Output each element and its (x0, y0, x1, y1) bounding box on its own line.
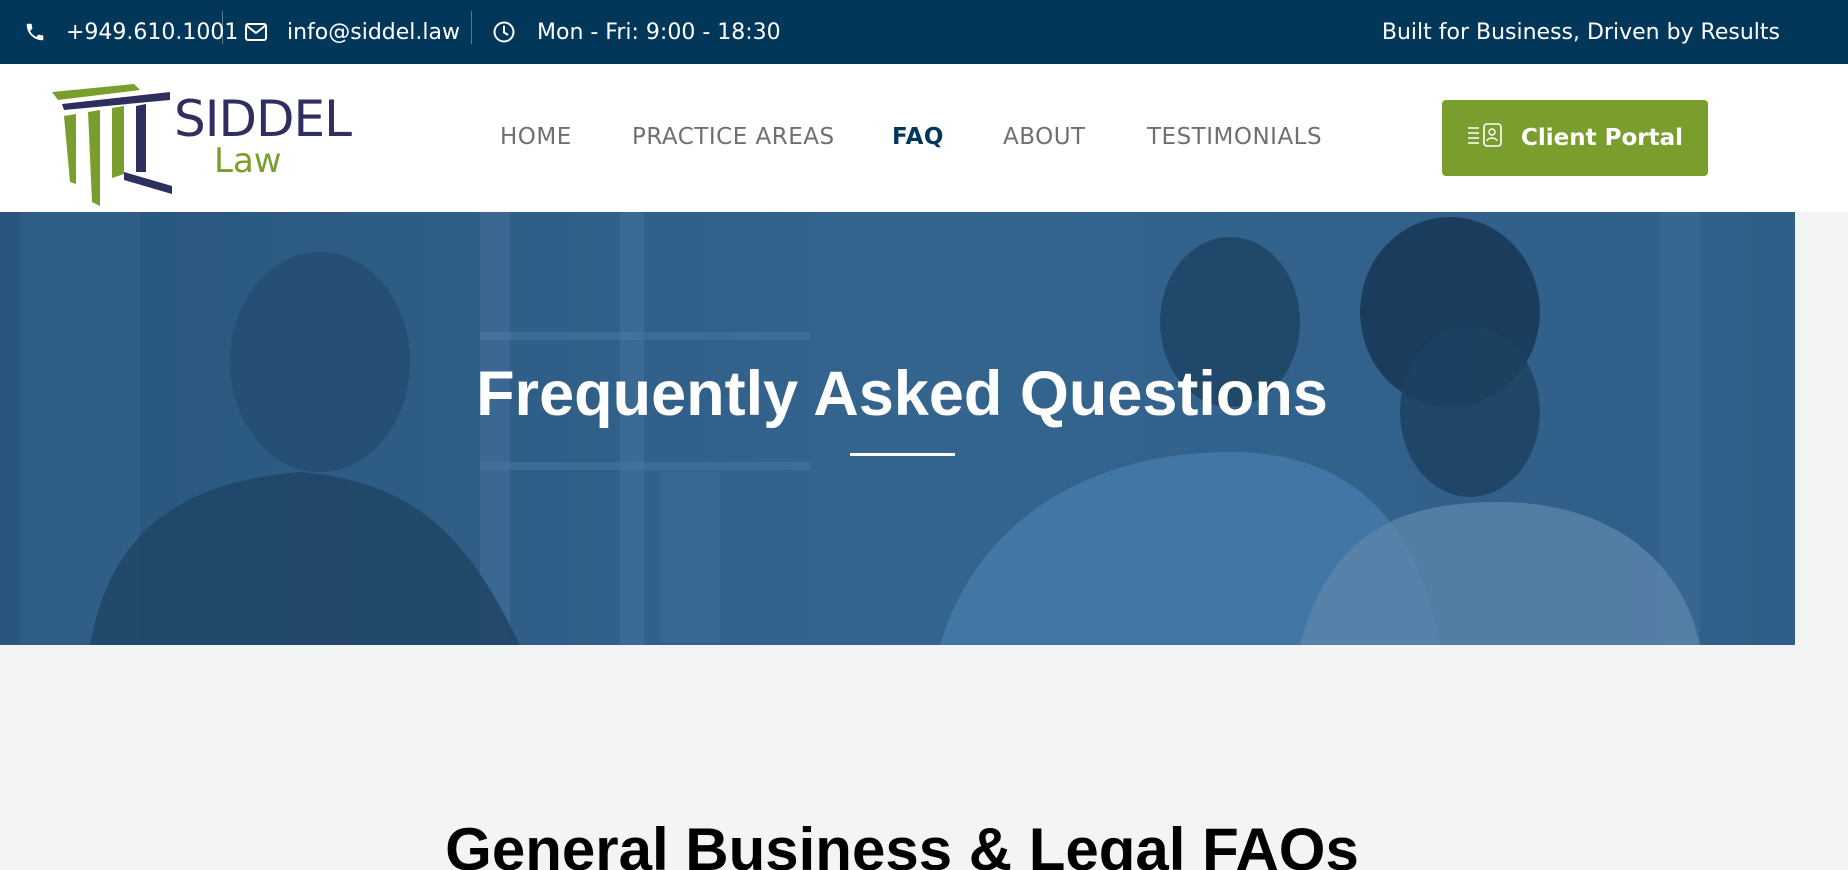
email-contact[interactable]: info@siddel.law (245, 0, 460, 64)
office-hours: Mon - Fri: 9:00 - 18:30 (493, 0, 781, 64)
phone-contact[interactable]: +949.610.1001 (24, 0, 238, 64)
title-underline (850, 453, 955, 456)
tagline: Built for Business, Driven by Results (1381, 19, 1780, 45)
client-portal-label: Client Portal (1520, 125, 1684, 151)
nav-faq[interactable]: FAQ (892, 124, 944, 150)
site-header: SIDDEL Law HOME PRACTICE AREAS FAQ ABOUT… (0, 64, 1848, 212)
page-title: Frequently Asked Questions (476, 359, 1328, 429)
section-heading: General Business & Legal FAQs (445, 816, 1359, 870)
client-portal-button[interactable]: Client Portal (1442, 100, 1708, 176)
page-background-strip (1795, 212, 1848, 645)
portal-icon (1467, 122, 1521, 154)
nav-about[interactable]: ABOUT (1003, 124, 1086, 150)
clock-icon (493, 21, 515, 43)
phone-icon (24, 21, 46, 43)
logo-subtext: Law (214, 141, 282, 181)
hero-banner: Frequently Asked Questions (0, 212, 1795, 645)
nav-home[interactable]: HOME (500, 124, 572, 150)
logo-wordmark: SIDDEL (174, 90, 352, 148)
nav-practice-areas[interactable]: PRACTICE AREAS (632, 124, 835, 150)
topbar-divider (222, 11, 223, 44)
phone-number: +949.610.1001 (66, 19, 239, 45)
top-bar: +949.610.1001 info@siddel.law Mon - Fri:… (0, 0, 1848, 64)
topbar-divider (471, 11, 472, 44)
envelope-icon (245, 23, 267, 41)
email-address: info@siddel.law (287, 19, 460, 45)
siddel-law-logo[interactable]: SIDDEL Law (50, 76, 352, 206)
hours-text: Mon - Fri: 9:00 - 18:30 (537, 19, 781, 45)
nav-testimonials[interactable]: TESTIMONIALS (1147, 124, 1322, 150)
pillar-logo-icon (52, 84, 172, 206)
